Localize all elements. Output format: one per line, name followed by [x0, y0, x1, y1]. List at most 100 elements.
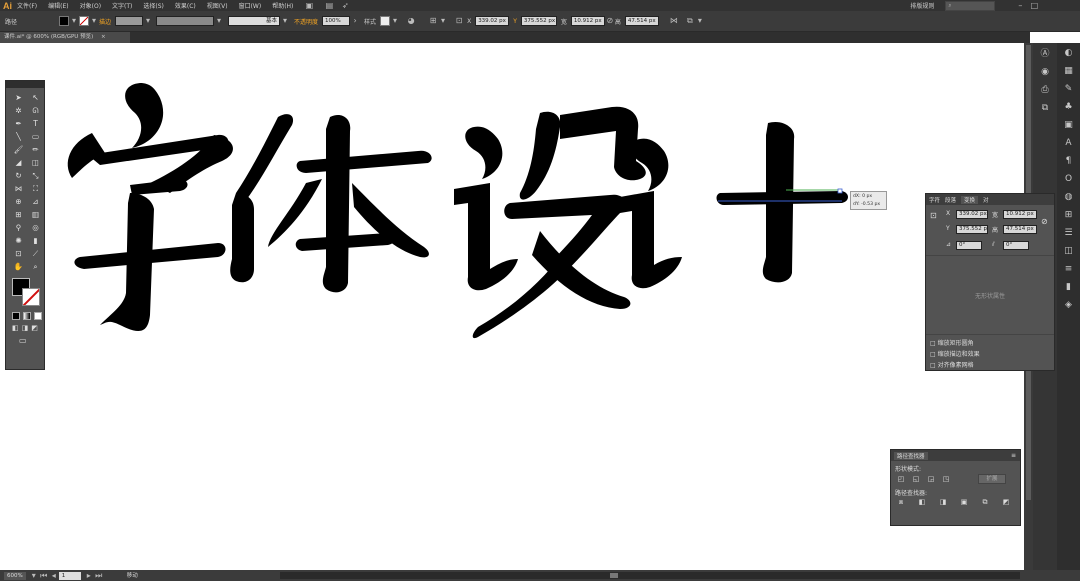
gradient-tool-icon[interactable]: ▥ — [28, 209, 43, 220]
direct-selection-tool-icon[interactable]: ↖ — [28, 92, 43, 103]
intersect-icon[interactable]: ◲ — [926, 475, 936, 484]
opentype-icon[interactable]: O — [1062, 172, 1076, 186]
selection-tool-icon[interactable]: ➤ — [11, 92, 26, 103]
gradient-mode-icon[interactable] — [23, 312, 31, 320]
stroke-panel-icon[interactable]: ≡ — [1062, 262, 1076, 276]
menu-window[interactable]: 窗口(W) — [239, 1, 262, 10]
artboard-tool-icon[interactable]: ⊡ — [11, 248, 26, 259]
gradient-icon[interactable]: ▮ — [1062, 280, 1076, 294]
chevron-right-icon[interactable]: › — [350, 16, 360, 26]
crop-icon[interactable]: ▣ — [959, 498, 969, 507]
blend-tool-icon[interactable]: ◎ — [28, 222, 43, 233]
tf-x-field[interactable]: 339.02 px — [956, 210, 988, 219]
blob-brush-tool-icon[interactable]: ◢ — [11, 157, 26, 168]
current-tool-status[interactable]: 移动 — [124, 572, 141, 580]
magic-wand-tool-icon[interactable]: ✲ — [11, 105, 26, 116]
graphic-styles-icon[interactable]: ▣ — [1062, 118, 1076, 132]
menu-view[interactable]: 视图(V) — [207, 1, 228, 10]
color-icon[interactable]: ◐ — [1062, 46, 1076, 60]
transform-panel-icon[interactable]: ⊞ — [1062, 208, 1076, 222]
horizontal-scroll-thumb[interactable] — [610, 573, 618, 578]
rectangle-tool-icon[interactable]: ▭ — [28, 131, 43, 142]
tf-w-field[interactable]: 10.912 px — [1003, 210, 1037, 219]
zoom-field[interactable]: 600% — [4, 571, 26, 580]
eraser-tool-icon[interactable]: ◫ — [28, 157, 43, 168]
menu-select[interactable]: 选择(S) — [143, 1, 164, 10]
y-field[interactable]: 375.552 px — [520, 16, 557, 26]
rotate-tool-icon[interactable]: ↻ — [11, 170, 26, 181]
free-transform-tool-icon[interactable]: ⛶ — [28, 183, 43, 194]
appearance-icon[interactable]: ◍ — [1062, 190, 1076, 204]
chevron-down-icon[interactable]: ▾ — [214, 16, 224, 26]
document-info-icon[interactable]: ⎙ — [1038, 83, 1052, 97]
prev-artboard-icon[interactable]: ◂ — [49, 571, 59, 581]
scale-tool-icon[interactable]: ⤡ — [28, 170, 43, 181]
menu-help[interactable]: 帮助(H) — [272, 1, 293, 10]
reference-point-icon[interactable]: ⊡ — [454, 16, 464, 26]
tf-y-field[interactable]: 375.552 px — [956, 225, 988, 234]
stroke-swatch-none[interactable] — [79, 16, 90, 26]
stroke-color-box[interactable] — [22, 288, 40, 306]
links-icon[interactable]: ⧉ — [1038, 101, 1052, 115]
symbols-icon[interactable]: ♣ — [1062, 100, 1076, 114]
anchor-point[interactable] — [837, 188, 843, 194]
draw-behind-icon[interactable]: ◨ — [22, 324, 29, 332]
maximize-icon[interactable]: □ — [1029, 1, 1039, 11]
eyedropper-tool-icon[interactable]: ⚲ — [11, 222, 26, 233]
graphic-style-swatch[interactable] — [380, 16, 391, 26]
tab-transform[interactable]: 变换 — [961, 195, 979, 204]
pen-tool-icon[interactable]: ✒ — [11, 118, 26, 129]
opacity-label[interactable]: 不透明度 — [294, 17, 318, 26]
type-tool-icon[interactable]: T — [28, 118, 43, 129]
tab-align[interactable]: 对 — [983, 196, 989, 204]
last-artboard-icon[interactable]: ⏭ — [94, 571, 104, 581]
chevron-down-icon[interactable]: ▾ — [89, 16, 99, 26]
calligraphy-artwork[interactable] — [67, 83, 848, 339]
chevron-down-icon[interactable]: ▾ — [390, 16, 400, 26]
paragraph-icon[interactable]: ¶ — [1062, 154, 1076, 168]
character-styles-icon[interactable]: Ⓐ — [1038, 47, 1052, 61]
first-artboard-icon[interactable]: ⏮ — [39, 571, 49, 581]
tf-rotate-field[interactable]: 0° — [956, 241, 982, 250]
artboard-number-field[interactable]: 1 — [58, 571, 81, 580]
gpu-rocket-icon[interactable]: ➶ — [340, 1, 350, 11]
trim-icon[interactable]: ◧ — [917, 498, 927, 507]
minus-back-icon[interactable]: ◩ — [1001, 498, 1011, 507]
menu-effect[interactable]: 效果(C) — [175, 1, 196, 10]
minimize-icon[interactable]: – — [1015, 1, 1025, 11]
none-mode-icon[interactable] — [34, 312, 42, 320]
option-scale-strokes[interactable]: □ 缩放描边和效果 — [930, 349, 1050, 358]
exclude-icon[interactable]: ◳ — [941, 475, 951, 484]
recolor-artwork-icon[interactable]: ◕ — [406, 16, 416, 26]
menu-object[interactable]: 对象(O) — [80, 1, 101, 10]
align-icon[interactable]: ⊞ — [428, 16, 438, 26]
x-field[interactable]: 339.02 px — [475, 16, 510, 26]
minus-front-icon[interactable]: ◱ — [911, 475, 921, 484]
screen-mode-icon[interactable]: ▭ — [6, 336, 44, 345]
pencil-tool-icon[interactable]: ✏ — [28, 144, 43, 155]
line-segment-tool-icon[interactable]: ╲ — [11, 131, 26, 142]
outline-icon[interactable]: ⧉ — [980, 498, 990, 507]
pathfinder-title[interactable]: 路径查找器 — [894, 451, 928, 460]
zoom-tool-icon[interactable]: ⌕ — [28, 261, 43, 272]
tf-shear-field[interactable]: 0° — [1003, 241, 1029, 250]
stroke-label[interactable]: 描边 — [99, 17, 111, 26]
menu-file[interactable]: 文件(F) — [17, 1, 37, 10]
h-field[interactable]: 47.514 px — [624, 16, 659, 26]
pathfinder-icon[interactable]: ◫ — [1062, 244, 1076, 258]
draw-inside-icon[interactable]: ◩ — [31, 324, 38, 332]
option-align-pixel-grid[interactable]: □ 对齐像素网格 — [930, 360, 1050, 369]
document-tab[interactable]: 课件.ai* @ 600% (RGB/GPU 预览) × — [0, 32, 130, 43]
chevron-down-icon[interactable]: ▾ — [29, 571, 39, 581]
width-tool-icon[interactable]: ⋈ — [11, 183, 26, 194]
column-graph-tool-icon[interactable]: ▮ — [28, 235, 43, 246]
tab-character[interactable]: 字符 — [929, 196, 940, 204]
color-guide-icon[interactable]: ◉ — [1038, 65, 1052, 79]
constrain-link-icon[interactable]: ⊘ — [1041, 217, 1048, 226]
stroke-weight-field[interactable] — [115, 16, 144, 26]
option-scale-corners[interactable]: □ 缩放矩形圆角 — [930, 338, 1050, 347]
unite-icon[interactable]: ◰ — [896, 475, 906, 484]
slice-tool-icon[interactable]: ⟋ — [28, 248, 43, 259]
symbol-sprayer-tool-icon[interactable]: ✺ — [11, 235, 26, 246]
link-icon[interactable]: ⊘ — [605, 16, 615, 26]
